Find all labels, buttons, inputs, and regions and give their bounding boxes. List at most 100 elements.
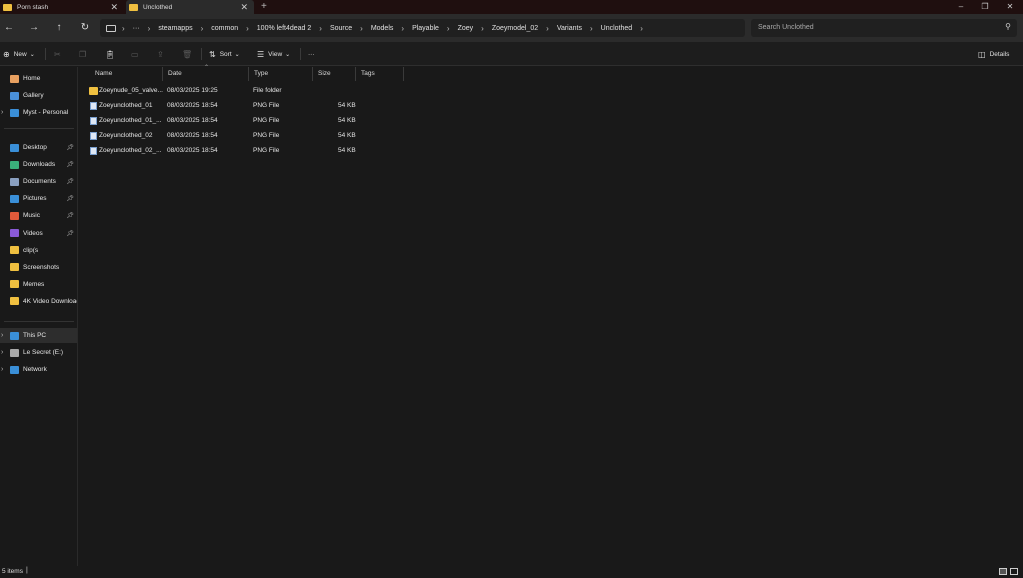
close-tab-icon[interactable]: ✕ [110, 2, 118, 13]
paste-button[interactable]: 📋︎ [105, 48, 119, 60]
share-button[interactable]: ⇪ [157, 48, 168, 60]
delete-button[interactable]: 🗑︎ [182, 48, 196, 60]
breadcrumb-item[interactable]: Unclothed [601, 25, 633, 32]
column-header-type[interactable]: Type [249, 67, 313, 81]
chevron-right-icon[interactable]: › [1, 109, 3, 116]
file-size: 54 KB [338, 132, 356, 139]
chevron-right-icon: › [360, 23, 363, 33]
sort-label: Sort [219, 50, 232, 58]
file-type: PNG File [253, 117, 280, 124]
breadcrumb-item[interactable]: Playable [412, 25, 439, 32]
sidebar-item-memes[interactable]: Memes [0, 277, 77, 292]
sidebar-item-label: Myst - Personal [23, 109, 69, 116]
sidebar-item-pictures[interactable]: Pictures 📌︎ [0, 191, 77, 206]
chevron-right-icon: › [401, 23, 405, 33]
breadcrumb-more[interactable]: ··· [133, 25, 140, 32]
table-row[interactable]: Zoeyunclothed_01_... 08/03/2025 18:54 PNG … [87, 113, 367, 128]
details-label: Details [989, 50, 1010, 58]
sidebar-item-label: Documents [23, 178, 56, 186]
up-button[interactable]: ↑ [50, 20, 68, 36]
folder-icon [10, 246, 19, 255]
sidebar-item-videos[interactable]: Videos 📌︎ [0, 226, 77, 241]
plus-circle-icon: ⊕ [3, 49, 10, 59]
sidebar-item-network[interactable]: › Network [0, 362, 77, 377]
pictures-icon [10, 194, 19, 203]
navigation-pane: Home Gallery › Myst - Personal Desktop 📌︎ Down… [0, 67, 78, 566]
sidebar-item-screenshots[interactable]: Screenshots [0, 260, 77, 275]
sidebar-item-le-secret-e[interactable]: › Le Secret (E:) [0, 345, 77, 360]
breadcrumb-item[interactable]: Zoey [458, 25, 474, 32]
restore-button[interactable]: ❐ [972, 0, 998, 14]
close-window-button[interactable]: ✕ [997, 0, 1023, 14]
column-header-size[interactable]: Size [313, 67, 356, 81]
sidebar-item-label: 4K Video Downloac [23, 297, 77, 305]
table-row[interactable]: Zoeyunclothed_02 08/03/2025 18:54 PNG File… [87, 128, 367, 143]
sidebar-item-downloads[interactable]: Downloads 📌︎ [0, 157, 77, 172]
copy-button[interactable]: ❐ [79, 48, 90, 60]
sidebar-item-myst-personal[interactable]: › Myst - Personal [0, 105, 77, 120]
chevron-right-icon[interactable]: › [1, 366, 3, 373]
file-date: 08/03/2025 18:54 [167, 147, 218, 154]
file-name: Zoeyunclothed_02 [99, 132, 153, 139]
search-input[interactable]: Search Unclothed ⚲ [751, 19, 1017, 37]
breadcrumb-item[interactable]: common [211, 25, 238, 32]
chevron-down-icon: ⌄ [285, 51, 291, 58]
breadcrumb-item[interactable]: Models [371, 25, 394, 32]
sidebar-item-this-pc[interactable]: › This PC [0, 328, 77, 343]
sidebar-item-label: Le Secret (E:) [23, 349, 64, 356]
rename-button[interactable]: ▭ [131, 48, 143, 60]
file-type: PNG File [253, 132, 280, 139]
address-bar[interactable]: › ··· › steamapps › common › 100% left4d… [100, 19, 745, 37]
tab-porn-stash[interactable]: Porn stash ✕ [0, 0, 124, 14]
chevron-down-icon: ⌄ [234, 51, 240, 58]
new-tab-button[interactable]: + [261, 1, 267, 12]
details-button[interactable]: ◫ Details [978, 48, 1009, 60]
sidebar-item-clip-s[interactable]: clip(s [0, 243, 77, 258]
sort-icon: ⇅ [209, 49, 216, 59]
table-row[interactable]: Zoeynude_05_valve... 08/03/2025 19:25 File… [87, 83, 367, 98]
table-row[interactable]: Zoeyunclothed_01 08/03/2025 18:54 PNG File… [87, 98, 367, 113]
file-date: 08/03/2025 19:25 [167, 87, 218, 94]
file-size: 54 KB [338, 147, 356, 154]
sidebar-item-label: Memes [23, 280, 45, 288]
divider [201, 48, 202, 60]
breadcrumb-item[interactable]: Zoeymodel_02 [492, 25, 538, 32]
chevron-right-icon[interactable]: › [1, 349, 3, 356]
sidebar-item-home[interactable]: Home [0, 71, 77, 86]
breadcrumb-item[interactable]: Source [330, 25, 352, 32]
view-button[interactable]: ☰ View ⌄ [257, 48, 294, 60]
sidebar-item-label: Music [23, 212, 40, 220]
column-header-name[interactable]: Name [90, 67, 163, 81]
status-divider: | [26, 567, 28, 574]
sidebar-item-music[interactable]: Music 📌︎ [0, 208, 77, 223]
breadcrumb-item[interactable]: Variants [557, 25, 582, 32]
pin-icon: 📌︎ [66, 213, 74, 220]
command-bar: ⊕ New ⌄ ✂ ❐ 📋︎ ▭ ⇪ 🗑︎ ⇅ Sort ⌄ ☰ View ⌄ … [0, 42, 1023, 66]
refresh-button[interactable]: ↻ [76, 20, 94, 36]
details-view-icon[interactable] [999, 568, 1007, 575]
new-button[interactable]: ⊕ New ⌄ [3, 48, 39, 60]
close-tab-icon[interactable]: ✕ [240, 2, 248, 13]
tab-unclothed[interactable]: Unclothed ✕ [126, 0, 254, 14]
table-row[interactable]: Zoeyunclothed_02_... 08/03/2025 18:54 PNG … [87, 143, 367, 158]
breadcrumb-item[interactable]: steamapps [158, 25, 192, 32]
column-header-date[interactable]: Date [163, 67, 249, 81]
sidebar-item-4k-video-downloac[interactable]: 4K Video Downloac [0, 294, 77, 309]
tiles-view-icon[interactable] [1010, 568, 1018, 575]
sidebar-item-label: Network [23, 366, 47, 373]
forward-button[interactable]: → [25, 20, 43, 36]
column-header-tags[interactable]: Tags [356, 67, 404, 81]
sidebar-item-documents[interactable]: Documents 📌︎ [0, 174, 77, 189]
back-button[interactable]: ← [0, 20, 18, 36]
more-options-button[interactable]: ··· [308, 48, 315, 60]
sidebar-item-label: Pictures [23, 195, 47, 203]
sidebar-item-gallery[interactable]: Gallery [0, 88, 77, 103]
cut-button[interactable]: ✂ [54, 48, 65, 60]
breadcrumb-item[interactable]: 100% left4dead 2 [257, 25, 312, 32]
cloud-icon [10, 108, 19, 117]
sidebar-item-desktop[interactable]: Desktop 📌︎ [0, 140, 77, 155]
minimize-button[interactable]: – [948, 0, 974, 14]
chevron-right-icon[interactable]: › [1, 332, 3, 339]
folder-icon [10, 297, 19, 306]
sort-button[interactable]: ⇅ Sort ⌄ [209, 48, 244, 60]
